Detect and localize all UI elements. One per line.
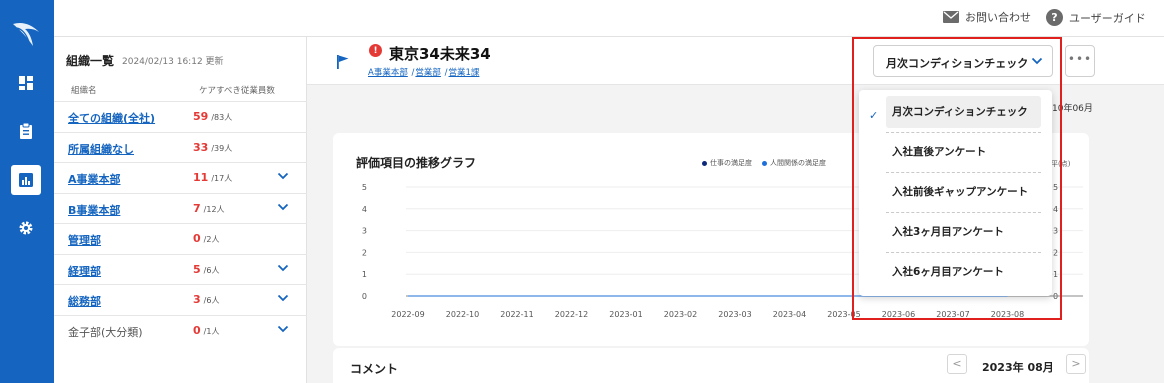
highlight-box: [852, 37, 1062, 320]
employee-total: /83人: [211, 113, 233, 122]
org-panel-title: 組織一覧: [66, 54, 115, 68]
clipboard-icon: [20, 122, 32, 139]
expand-chevron-icon[interactable]: [277, 264, 289, 272]
y-tick-label: 0: [362, 292, 367, 301]
x-tick-label: 2023-03: [718, 310, 751, 319]
expand-chevron-icon[interactable]: [277, 203, 289, 211]
care-count: 0/2人: [193, 232, 219, 245]
y-tick-label: 5: [362, 183, 367, 192]
next-month-button[interactable]: >: [1066, 354, 1086, 374]
mail-icon: [943, 11, 959, 23]
comment-card: コメント < 2023年 08月 >: [333, 348, 1089, 383]
employee-total: /2人: [203, 235, 220, 244]
org-row[interactable]: 経理部 5/6人: [54, 253, 307, 285]
app-logo-icon[interactable]: [11, 20, 41, 48]
prev-month-button[interactable]: <: [947, 354, 967, 374]
x-tick-label: 2022-12: [555, 310, 588, 319]
breadcrumb-separator: /: [444, 68, 448, 78]
expand-chevron-icon[interactable]: [277, 294, 289, 302]
care-count-value: 7: [193, 201, 201, 215]
y-tick-label: 1: [362, 270, 367, 279]
org-row[interactable]: A事業本部 11/17人: [54, 162, 307, 193]
employee-total: /17人: [211, 174, 233, 183]
x-tick-label: 2022-10: [446, 310, 479, 319]
more-options-button[interactable]: •••: [1065, 45, 1095, 77]
care-count: 7/12人: [193, 202, 225, 215]
care-count: 33/39人: [193, 141, 232, 154]
x-tick-label: 2022-11: [500, 310, 533, 319]
care-count: 3/6人: [193, 293, 219, 306]
expand-chevron-icon[interactable]: [277, 172, 289, 180]
app-sidebar: [0, 0, 54, 383]
alert-icon: !: [369, 44, 382, 57]
org-name-link[interactable]: 所属組織なし: [68, 141, 134, 157]
org-name-link[interactable]: 全ての組織(全社): [68, 110, 155, 126]
breadcrumb-division[interactable]: A事業本部: [368, 68, 408, 78]
user-guide-link[interactable]: ? ユーザーガイド: [1046, 9, 1146, 26]
care-count: 5/6人: [193, 263, 219, 276]
breadcrumb: A事業本部 /営業部 /営業1課: [368, 66, 479, 78]
nav-settings[interactable]: [11, 213, 41, 243]
care-count-value: 0: [193, 323, 201, 337]
org-updated-time: 2024/02/13 16:12 更新: [122, 57, 224, 67]
nav-dashboard[interactable]: [11, 68, 41, 98]
expand-chevron-icon[interactable]: [277, 325, 289, 333]
x-tick-label: 2022-09: [391, 310, 424, 319]
x-tick-label: 2023-01: [609, 310, 642, 319]
care-count-value: 59: [193, 110, 209, 123]
contact-label: お問い合わせ: [965, 11, 1031, 24]
x-tick-label: 2023-04: [773, 310, 806, 319]
top-bar: お問い合わせ ? ユーザーガイド: [54, 0, 1164, 37]
comment-title: コメント: [350, 362, 399, 376]
org-row[interactable]: 全ての組織(全社) 59/83人: [54, 101, 307, 132]
breadcrumb-section[interactable]: 営業1課: [449, 68, 480, 78]
org-name-link[interactable]: B事業本部: [68, 202, 120, 218]
nav-surveys[interactable]: [11, 116, 41, 146]
nav-reports[interactable]: [11, 165, 41, 195]
org-row[interactable]: 管理部 0/2人: [54, 223, 307, 254]
care-count-value: 0: [193, 232, 201, 245]
care-count-value: 5: [193, 262, 201, 276]
care-count-value: 11: [193, 171, 209, 184]
care-count-value: 3: [193, 293, 201, 306]
employee-total: /12人: [203, 204, 225, 214]
col-header-name: 組織名: [71, 86, 97, 96]
x-tick-label: 2023-02: [664, 310, 697, 319]
flag-icon: [337, 55, 349, 69]
org-name-link[interactable]: 金子部(大分類): [68, 324, 143, 340]
employee-total: /6人: [203, 265, 220, 275]
employee-total: /6人: [203, 296, 220, 305]
org-name-link[interactable]: 経理部: [68, 263, 101, 279]
org-row[interactable]: 金子部(大分類) 0/1人: [54, 314, 307, 346]
y-tick-label: 2: [362, 248, 367, 257]
org-row[interactable]: 所属組織なし 33/39人: [54, 131, 307, 163]
dashboard-icon: [19, 76, 33, 90]
organization-panel: 組織一覧 2024/02/13 16:12 更新 組織名 ケアすべき従業員数 全…: [54, 37, 307, 383]
org-row[interactable]: 総務部 3/6人: [54, 284, 307, 315]
org-name-link[interactable]: 総務部: [68, 293, 101, 309]
care-count: 0/1人: [193, 324, 219, 337]
col-header-count: ケアすべき従業員数: [199, 86, 275, 96]
contact-link[interactable]: お問い合わせ: [943, 9, 1031, 25]
care-count: 11/17人: [193, 171, 232, 184]
employee-total: /39人: [211, 143, 233, 153]
y-tick-label: 4: [362, 205, 367, 214]
org-name-link[interactable]: A事業本部: [68, 171, 121, 187]
gear-icon: [19, 221, 33, 235]
org-row[interactable]: B事業本部 7/12人: [54, 192, 307, 224]
care-count-value: 33: [193, 140, 209, 154]
y-tick-label: 3: [362, 227, 367, 236]
user-guide-label: ユーザーガイド: [1069, 11, 1146, 25]
breadcrumb-department[interactable]: 営業部: [415, 68, 441, 78]
org-name-link[interactable]: 管理部: [68, 232, 101, 248]
page-title: 東京34未来34: [389, 45, 491, 63]
current-month: 2023年 08月: [982, 361, 1054, 374]
employee-total: /1人: [203, 326, 220, 336]
bar-chart-icon: [19, 173, 33, 187]
care-count: 59/83人: [193, 110, 232, 123]
breadcrumb-separator: /: [411, 68, 415, 78]
help-icon: ?: [1046, 9, 1063, 26]
